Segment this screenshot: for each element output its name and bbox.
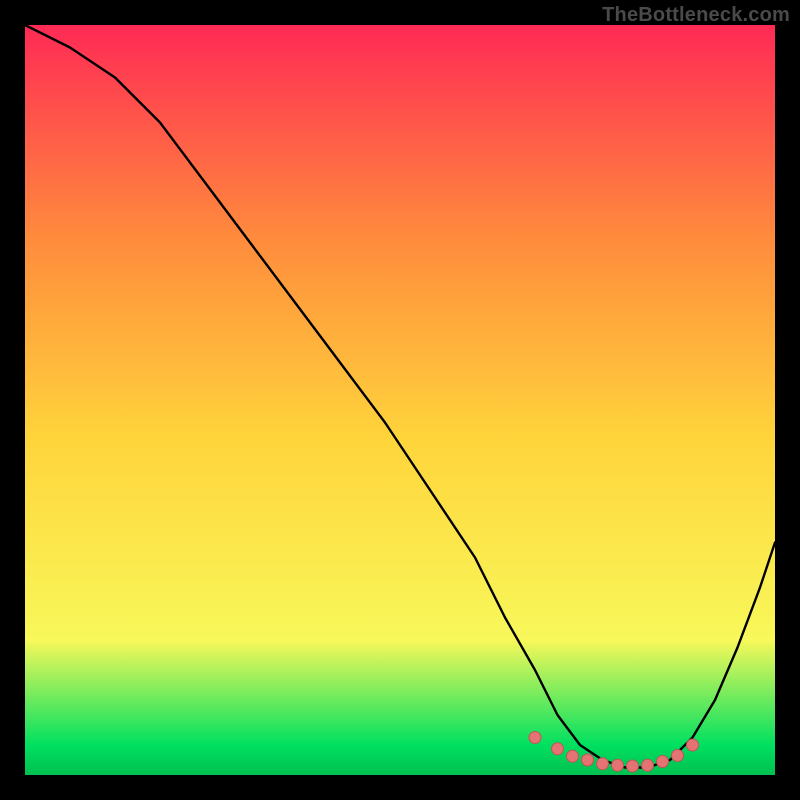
gradient-background (25, 25, 775, 775)
optimal-marker (597, 758, 609, 770)
optimal-marker (687, 739, 699, 751)
bottleneck-chart (25, 25, 775, 775)
optimal-marker (529, 732, 541, 744)
optimal-marker (672, 750, 684, 762)
optimal-marker (582, 754, 594, 766)
optimal-marker (642, 759, 654, 771)
optimal-marker (552, 743, 564, 755)
chart-stage: TheBottleneck.com (0, 0, 800, 800)
optimal-marker (627, 760, 639, 772)
optimal-marker (612, 759, 624, 771)
optimal-marker (567, 750, 579, 762)
optimal-marker (657, 756, 669, 768)
watermark-text: TheBottleneck.com (602, 4, 790, 27)
